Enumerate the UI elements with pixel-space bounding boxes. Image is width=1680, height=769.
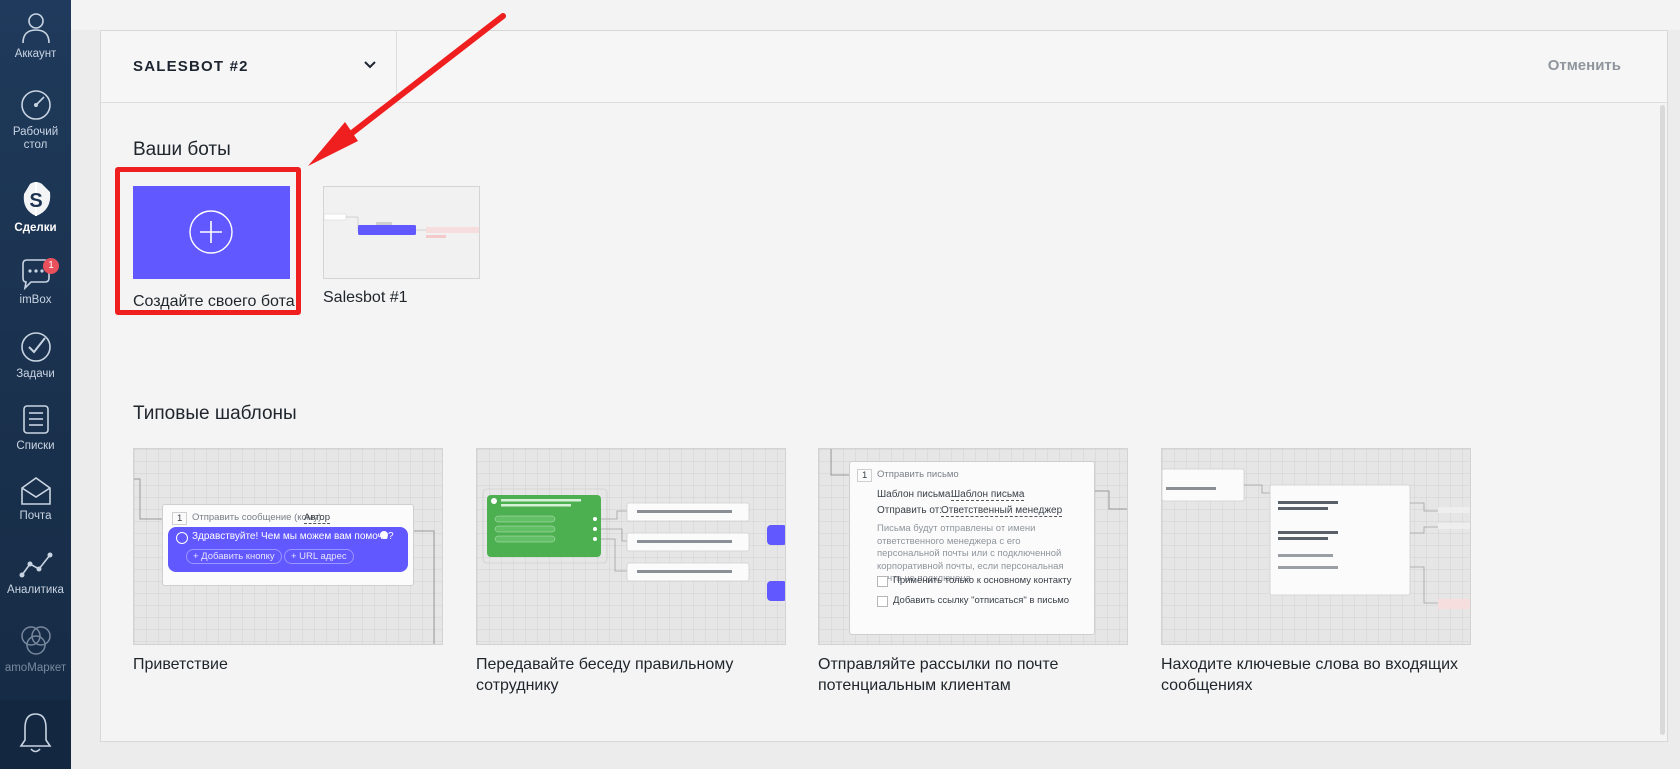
template-field-label: Шаблон письма: (877, 489, 954, 500)
sidebar-item-dashboard[interactable]: Рабочий стол (0, 88, 71, 152)
create-bot-label[interactable]: Создайте своего бота (133, 293, 295, 311)
sidebar-item-label: imBox (19, 294, 52, 306)
close-icon (380, 531, 388, 539)
templates-title: Типовые шаблоны (133, 403, 297, 424)
sidebar-item-lists[interactable]: Списки (0, 402, 71, 453)
modal-header: SALESBOT #2 Отменить (101, 31, 1667, 103)
bot-card-salesbot-1[interactable] (323, 186, 480, 279)
plus-icon (189, 210, 233, 254)
template-card-greeting[interactable]: 1 Отправить сообщение (кому): Автор Здра… (133, 448, 443, 645)
sidebar-item-mail[interactable]: Почта (0, 476, 71, 523)
template-label[interactable]: Приветствие (133, 654, 443, 675)
cancel-button[interactable]: Отменить (1548, 57, 1621, 74)
smile-icon (176, 532, 188, 544)
imbox-badge: 1 (43, 258, 59, 274)
step-text: Отправить письмо (877, 469, 959, 480)
dashboard-gauge-icon (20, 90, 51, 120)
scrollbar[interactable] (1660, 105, 1665, 735)
notifications-button[interactable] (0, 700, 71, 769)
sidebar-item-deals[interactable]: S Сделки (0, 180, 71, 235)
template-field-value: Шаблон письма (951, 489, 1025, 501)
svg-text:S: S (29, 190, 42, 212)
background-page (71, 0, 1680, 30)
sidebar-item-account[interactable]: Аккаунт (0, 8, 71, 61)
template-label[interactable]: Находите ключевые слова во входящих сооб… (1161, 654, 1471, 696)
bot-name[interactable]: Salesbot #1 (323, 289, 408, 307)
template-card-keywords[interactable] (1161, 448, 1471, 645)
sidebar-item-label: Аналитика (7, 584, 64, 596)
from-field-label: Отправить от: (877, 505, 943, 516)
avatar-icon (21, 13, 50, 44)
sidebar-item-market[interactable]: amoМаркет (0, 622, 71, 675)
message-text: Здравствуйте! Чем мы можем вам помочь? (192, 531, 394, 542)
url-button-chip: + URL адрес (284, 549, 354, 564)
template-label[interactable]: Передавайте беседу правильному сотрудник… (476, 654, 786, 696)
sidebar-item-tasks[interactable]: Задачи (0, 330, 71, 381)
template-label[interactable]: Отправляйте рассылки по почте потенциаль… (818, 654, 1128, 696)
flow-preview (1162, 468, 1470, 609)
list-icon (22, 405, 49, 434)
step-number: 1 (857, 469, 873, 482)
sidebar-item-label: Аккаунт (14, 48, 57, 60)
checkbox-label: Применить только к основному контакту (893, 575, 1072, 586)
checkbox (877, 596, 888, 607)
sidebar-item-label: Рабочий стол (12, 126, 59, 151)
from-field-value: Ответственный менеджер (941, 505, 1063, 517)
market-icon (20, 626, 51, 655)
checkbox (877, 576, 888, 587)
bot-select-dropdown[interactable]: SALESBOT #2 (101, 31, 397, 102)
checkbox-label: Добавить ссылку "отписаться" в письмо (893, 595, 1070, 606)
sidebar-item-analytics[interactable]: Аналитика (0, 550, 71, 597)
bot-preview-thumbnail (324, 213, 479, 238)
bell-icon (19, 713, 52, 753)
sidebar-item-label: Сделки (14, 222, 57, 234)
step-number: 1 (172, 512, 188, 525)
salesbot-modal: SALESBOT #2 Отменить Ваши боты Создайте … (100, 30, 1668, 742)
sidebar: Аккаунт Рабочий стол S Сделки 1 imBox За… (0, 0, 71, 769)
bot-select-label: SALESBOT #2 (133, 58, 249, 75)
dollar-icon: S (23, 182, 50, 216)
your-bots-title: Ваши боты (133, 139, 231, 160)
template-card-route[interactable] (476, 448, 786, 645)
sidebar-item-label: Задачи (16, 368, 55, 380)
checkmark-icon (20, 332, 51, 362)
mail-icon (20, 477, 51, 505)
template-card-email[interactable]: 1 Отправить письмо Шаблон письма: Шаблон… (818, 448, 1128, 645)
analytics-icon (19, 552, 52, 578)
sidebar-item-label: Списки (16, 440, 55, 452)
add-button-chip: + Добавить кнопку (186, 549, 282, 564)
create-bot-card[interactable] (133, 186, 290, 279)
sidebar-item-imbox[interactable]: 1 imBox (0, 258, 71, 307)
sidebar-item-label: Почта (19, 510, 52, 522)
sidebar-item-label: amoМаркет (4, 662, 67, 674)
flow-preview (482, 488, 785, 601)
step-value: Автор (304, 512, 330, 524)
chevron-down-icon (364, 61, 376, 69)
